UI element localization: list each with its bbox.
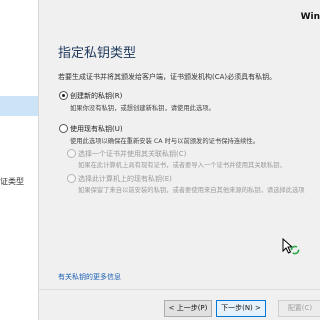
use-existing-key-label[interactable]: 使用现有私钥(U) [70, 124, 123, 134]
select-existing-key-radio[interactable] [67, 174, 76, 183]
use-existing-key-radio[interactable] [59, 124, 68, 133]
use-existing-key-desc: 使用此选项以确保在重新安装 CA 时与以前颁发的证书保持连续性。 [70, 138, 260, 145]
select-cert-radio[interactable] [67, 149, 76, 158]
more-info-link[interactable]: 有关私钥的更多信息 [58, 272, 121, 282]
configure-button[interactable]: 配置(C) [278, 300, 320, 317]
create-new-key-desc: 如果你没有私钥，或想创建新私钥，请使用此选项。 [70, 105, 215, 112]
create-new-key-radio[interactable] [59, 91, 68, 100]
select-cert-desc: 如果在此计算机上具有现有证书，或者要导入一个证书并使用其关联私钥， [78, 162, 286, 169]
footer-divider [38, 289, 320, 290]
sidebar-item-cert-type[interactable]: 证类型 [0, 176, 24, 187]
select-cert-label[interactable]: 选择一个证书并使用其关联私钥(C) [78, 149, 186, 159]
back-button[interactable]: < 上一步(P) [164, 300, 212, 317]
create-new-key-label[interactable]: 创建新的私钥(R) [70, 91, 122, 101]
page-title: 指定私钥类型 [58, 46, 137, 61]
select-existing-key-label[interactable]: 选择此计算机上的现有私钥(E) [78, 174, 172, 184]
window-title: Win [300, 12, 320, 22]
next-button[interactable]: 下一步(N) > [216, 300, 266, 317]
intro-text: 若要生成证书并将其颁发给客户端，证书颁发机构(CA)必须具有私钥。 [58, 73, 277, 81]
wizard-sidebar: 证类型 [0, 0, 39, 320]
select-existing-key-desc: 如果保留了来自以前安装的私钥，或者要使用来自其他来源的私钥，请选择此选项 [78, 187, 305, 194]
busy-cursor-icon [282, 238, 300, 255]
sidebar-item-selected[interactable] [0, 96, 38, 116]
